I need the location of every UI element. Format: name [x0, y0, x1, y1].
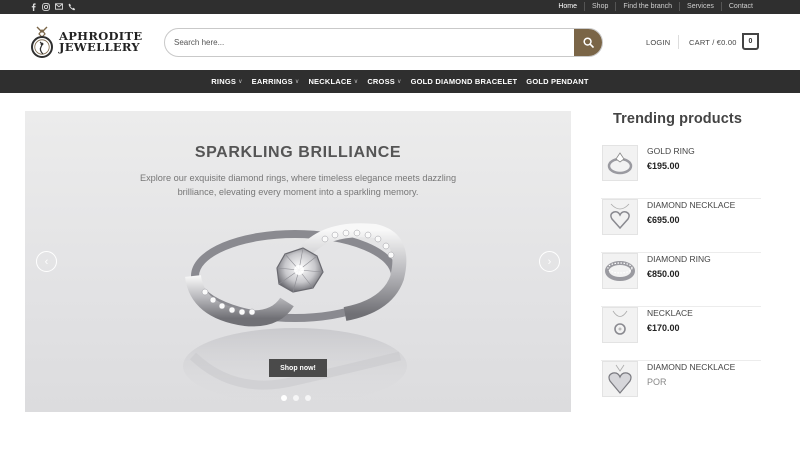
cart-count-badge[interactable]: 0 [742, 33, 759, 50]
slider-next-button[interactable]: › [539, 251, 560, 272]
main-nav: RINGS ∨ EARRINGS ∨ NECKLACE ∨ CROSS ∨ GOLD D… [0, 70, 800, 93]
top-nav-shop[interactable]: Shop [584, 2, 615, 11]
chevron-down-icon: ∨ [238, 79, 243, 85]
nav-cross[interactable]: CROSS ∨ [367, 77, 401, 86]
header: APHRODITE JEWELLERY LOGIN CART / €0.00 0 [0, 14, 800, 70]
product-price: €195.00 [647, 161, 680, 171]
trending-products: Trending products GOLD RING €195.00 DIAM… [601, 111, 761, 397]
instagram-icon[interactable] [42, 2, 50, 11]
nav-earrings[interactable]: EARRINGS ∨ [252, 77, 300, 86]
chevron-down-icon: ∨ [396, 79, 402, 85]
logo-line2: JEWELLERY [59, 40, 140, 54]
chevron-down-icon: ∨ [294, 79, 300, 85]
slider-dot-1[interactable] [281, 395, 287, 401]
phone-icon[interactable] [68, 2, 76, 11]
slider-prev-button[interactable]: ‹ [36, 251, 57, 272]
diamond-ring-image [183, 223, 407, 404]
heart-necklace-icon[interactable] [602, 199, 638, 235]
nav-gold-diamond-bracelet-label: GOLD DIAMOND BRACELET [410, 77, 518, 86]
trending-title: Trending products [613, 111, 742, 127]
top-nav-find-branch[interactable]: Find the branch [615, 2, 679, 11]
product-name[interactable]: NECKLACE [647, 308, 693, 318]
search-button[interactable] [574, 29, 602, 56]
product-name[interactable]: DIAMOND NECKLACE [647, 200, 735, 210]
top-bar: Home Shop Find the branch Services Conta… [0, 0, 800, 14]
product-name[interactable]: GOLD RING [647, 146, 695, 156]
chevron-right-icon: › [547, 255, 552, 268]
nav-rings-label: RINGS [211, 77, 237, 86]
search-bar [164, 28, 603, 57]
product-name[interactable]: DIAMOND RING [647, 254, 711, 264]
heart-pendant-icon[interactable] [602, 361, 638, 397]
shop-now-button[interactable]: Shop now! [269, 359, 327, 377]
pendant-icon[interactable] [602, 307, 638, 343]
search-input[interactable] [165, 29, 577, 56]
top-nav: Home Shop Find the branch Services Conta… [551, 2, 760, 11]
slider-title: SPARKLING BRILLIANCE [194, 144, 402, 161]
slider-dot-3[interactable] [305, 395, 311, 401]
hero-slider: SPARKLING BRILLIANCE Explore our exquisi… [25, 111, 571, 412]
nav-necklace-label: NECKLACE [308, 77, 352, 86]
slider-description: Explore our exquisite diamond rings, whe… [139, 173, 457, 197]
product-item[interactable]: DIAMOND RING €850.00 [601, 253, 761, 307]
facebook-icon[interactable] [29, 2, 37, 11]
nav-cross-label: CROSS [367, 77, 395, 86]
chevron-down-icon: ∨ [353, 79, 359, 85]
product-price: POR [647, 377, 667, 387]
nav-earrings-label: EARRINGS [251, 77, 293, 86]
top-nav-contact[interactable]: Contact [720, 2, 760, 11]
cart-link[interactable]: CART / €0.00 [689, 38, 737, 47]
nav-gold-pendant-label: GOLD PENDANT [526, 77, 589, 86]
product-price: €850.00 [647, 269, 680, 279]
product-item[interactable]: DIAMOND NECKLACE €695.00 [601, 199, 761, 253]
product-price: €695.00 [647, 215, 680, 225]
ring-icon[interactable] [602, 145, 638, 181]
product-item[interactable]: GOLD RING €195.00 [601, 145, 761, 199]
product-item[interactable]: DIAMOND NECKLACE POR [601, 361, 761, 415]
nav-gold-diamond-bracelet[interactable]: GOLD DIAMOND BRACELET [411, 77, 518, 86]
product-price: €170.00 [647, 323, 680, 333]
login-link[interactable]: LOGIN [646, 38, 670, 47]
chevron-left-icon: ‹ [44, 255, 49, 268]
slider-dot-2[interactable] [293, 395, 299, 401]
nav-rings[interactable]: RINGS ∨ [211, 77, 242, 86]
search-icon [582, 37, 594, 48]
logo-text: APHRODITE JEWELLERY [59, 30, 142, 54]
mail-icon[interactable] [55, 2, 63, 11]
product-name[interactable]: DIAMOND NECKLACE [647, 362, 735, 372]
top-nav-home[interactable]: Home [551, 2, 584, 11]
product-item[interactable]: NECKLACE €170.00 [601, 307, 761, 361]
logo[interactable]: APHRODITE JEWELLERY [28, 25, 142, 59]
top-nav-services[interactable]: Services [679, 2, 721, 11]
band-ring-icon[interactable] [602, 253, 638, 289]
header-divider [678, 35, 679, 49]
logo-ring-icon [31, 26, 53, 58]
slider-dots [281, 395, 311, 401]
social-links [29, 2, 76, 11]
nav-necklace[interactable]: NECKLACE ∨ [308, 77, 358, 86]
nav-gold-pendant[interactable]: GOLD PENDANT [526, 77, 588, 86]
